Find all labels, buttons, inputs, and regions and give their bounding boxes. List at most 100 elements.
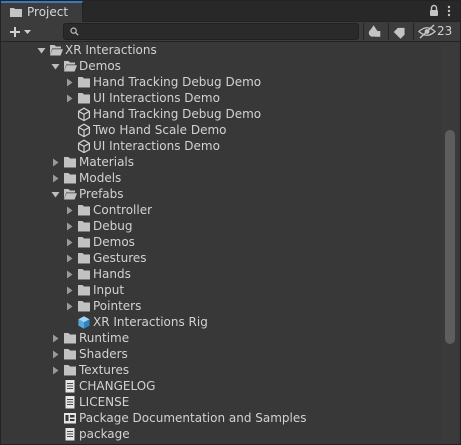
hidden-packages-count: 23 [437, 24, 453, 38]
tree-item[interactable]: Demos [1, 58, 441, 74]
tree-item[interactable]: package [1, 426, 441, 442]
scrollbar-thumb[interactable] [445, 130, 455, 344]
tree-item[interactable]: XR Interactions [1, 42, 441, 58]
tab-project[interactable]: Project [1, 1, 83, 22]
tree-item-label: Demos [79, 59, 121, 73]
tab-label: Project [27, 5, 69, 19]
triangle-right-icon[interactable] [51, 366, 60, 375]
folder-icon [10, 8, 22, 17]
folder-icon [78, 237, 90, 248]
tree-item-label: UI Interactions Demo [93, 139, 220, 153]
tree-item-label: Hands [93, 267, 131, 281]
create-dropdown-button[interactable] [5, 24, 35, 40]
shapes-icon [368, 25, 381, 37]
tree-item-label: Textures [79, 363, 130, 377]
search-field[interactable] [63, 23, 359, 40]
folder-icon [78, 253, 90, 264]
tree-item[interactable]: UI Interactions Demo [1, 90, 441, 106]
tree-item[interactable]: XR Interactions Rig [1, 314, 441, 330]
folder-icon [78, 77, 90, 88]
unity-scene-icon [78, 123, 90, 137]
tree-item[interactable]: Hands [1, 266, 441, 282]
eye-slash-icon [418, 24, 436, 39]
tree-item-label: Input [93, 283, 125, 297]
tree-item-label: Controller [93, 203, 153, 217]
tree-item-label: Package Documentation and Samples [79, 411, 307, 425]
folder-icon [64, 365, 76, 376]
plus-icon [10, 27, 20, 37]
tree-item[interactable]: Hand Tracking Debug Demo [1, 106, 441, 122]
folder-icon [64, 173, 76, 184]
triangle-right-icon[interactable] [51, 158, 60, 167]
tree-item[interactable]: LICENSE [1, 394, 441, 410]
triangle-right-icon[interactable] [65, 238, 74, 247]
tree-item[interactable]: Shaders [1, 346, 441, 362]
triangle-right-icon[interactable] [65, 254, 74, 263]
triangle-right-icon[interactable] [65, 206, 74, 215]
tree-item-label: Hand Tracking Debug Demo [93, 107, 262, 121]
triangle-down-icon[interactable] [51, 62, 60, 71]
triangle-down-icon[interactable] [37, 46, 46, 55]
tree-item[interactable]: CHANGELOG [1, 378, 441, 394]
folder-open-icon [64, 61, 77, 72]
triangle-right-icon[interactable] [65, 78, 74, 87]
project-window: Project 23 XR Interactions Demos Hand Tr… [0, 0, 461, 445]
triangle-down-icon[interactable] [51, 190, 60, 199]
triangle-right-icon[interactable] [51, 350, 60, 359]
tab-bar: Project [1, 1, 460, 22]
triangle-right-icon[interactable] [65, 222, 74, 231]
tree-item[interactable]: Runtime [1, 330, 441, 346]
window-options[interactable] [428, 4, 454, 18]
folder-open-icon [50, 45, 63, 56]
tree-item[interactable]: Demos [1, 234, 441, 250]
text-file-icon [65, 380, 75, 393]
tree-item[interactable]: Hand Tracking Debug Demo [1, 74, 441, 90]
folder-icon [64, 333, 76, 344]
caret-down-icon [24, 30, 31, 34]
triangle-right-icon[interactable] [51, 334, 60, 343]
tree-item-label: Materials [79, 155, 135, 169]
prefab-icon [78, 316, 90, 329]
tree-item[interactable]: Materials [1, 154, 441, 170]
hidden-packages-toggle[interactable]: 23 [413, 23, 459, 40]
folder-open-icon [64, 189, 77, 200]
search-icon [70, 27, 79, 36]
search-by-label-button[interactable] [388, 23, 412, 40]
tag-icon [393, 27, 405, 39]
folder-icon [78, 93, 90, 104]
folder-icon [64, 349, 76, 360]
tree-item-label: XR Interactions Rig [93, 315, 208, 329]
folder-icon [78, 221, 90, 232]
tree-item-label: Models [79, 171, 122, 185]
tree-item[interactable]: Two Hand Scale Demo [1, 122, 441, 138]
unity-scene-icon [78, 107, 90, 121]
tree-item-label: Hand Tracking Debug Demo [93, 75, 262, 89]
tree-item[interactable]: Controller [1, 202, 441, 218]
tree-item[interactable]: Debug [1, 218, 441, 234]
lock-icon[interactable] [430, 4, 438, 17]
tree-item[interactable]: Input [1, 282, 441, 298]
tree-item[interactable]: Pointers [1, 298, 441, 314]
triangle-right-icon[interactable] [65, 286, 74, 295]
tree-item-label: LICENSE [79, 395, 130, 409]
folder-icon [78, 205, 90, 216]
kebab-menu-icon[interactable] [447, 5, 451, 17]
triangle-right-icon[interactable] [65, 270, 74, 279]
tree-item[interactable]: Package Documentation and Samples [1, 410, 441, 426]
tree-item[interactable]: Models [1, 170, 441, 186]
tree-item[interactable]: Prefabs [1, 186, 441, 202]
tree-item[interactable]: Gestures [1, 250, 441, 266]
triangle-right-icon[interactable] [65, 302, 74, 311]
tree-item-label: CHANGELOG [79, 379, 156, 393]
triangle-right-icon[interactable] [51, 174, 60, 183]
tree-item[interactable]: UI Interactions Demo [1, 138, 441, 154]
pdf-document-icon [64, 413, 76, 424]
search-by-type-button[interactable] [363, 23, 387, 40]
vertical-scrollbar[interactable] [441, 42, 458, 444]
triangle-right-icon[interactable] [65, 94, 74, 103]
tree-item[interactable]: Textures [1, 362, 441, 378]
tree-item-label: Pointers [93, 299, 142, 313]
text-file-icon [65, 396, 75, 409]
tree-item-label: Demos [93, 235, 135, 249]
search-input[interactable] [82, 24, 352, 39]
